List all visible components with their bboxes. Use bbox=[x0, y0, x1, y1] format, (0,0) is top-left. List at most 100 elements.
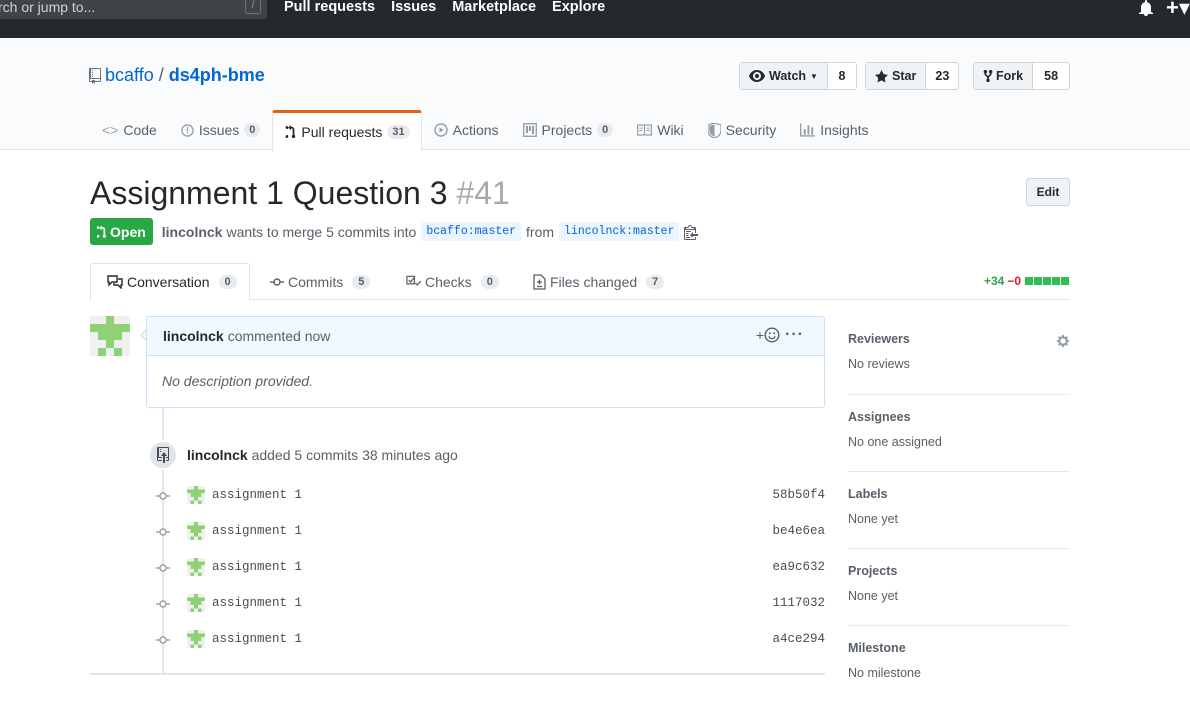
commit-message-link[interactable]: assignment 1 bbox=[212, 560, 302, 574]
avatar[interactable] bbox=[90, 316, 130, 356]
eye-icon bbox=[749, 70, 765, 82]
commit-icon bbox=[270, 277, 284, 287]
bell-icon[interactable] bbox=[1138, 0, 1154, 16]
comment-body: No description provided. bbox=[162, 373, 313, 389]
commit-sha-link[interactable]: 58b50f4 bbox=[772, 488, 825, 502]
reaction-plus: + bbox=[755, 327, 764, 343]
tab-files-changed[interactable]: Files changed 7 bbox=[533, 263, 665, 300]
repo-name-link[interactable]: ds4ph-bme bbox=[169, 65, 265, 86]
commit-author-avatar[interactable] bbox=[187, 522, 205, 540]
pr-meta: Open lincolnck wants to merge 5 commits … bbox=[90, 218, 699, 245]
tab-files-changed-label: Files changed bbox=[550, 273, 638, 290]
commit-sha-link[interactable]: ea9c632 bbox=[772, 560, 825, 574]
topnav-explore[interactable]: Explore bbox=[552, 0, 605, 15]
commit-row: assignment 1 58b50f4 bbox=[155, 484, 825, 508]
tab-wiki-label: Wiki bbox=[657, 122, 684, 138]
repo-owner-link[interactable]: bcaffo bbox=[105, 65, 154, 86]
tab-conversation[interactable]: Conversation 0 bbox=[90, 263, 250, 301]
diffstat: +34 −0 bbox=[984, 274, 1070, 288]
commit-author-avatar[interactable] bbox=[187, 486, 205, 504]
commit-message-link[interactable]: assignment 1 bbox=[212, 524, 302, 538]
kebab-horizontal-icon[interactable]: ··· bbox=[785, 326, 804, 344]
commit-row: assignment 1 1117032 bbox=[155, 592, 825, 616]
file-diff-icon bbox=[533, 273, 546, 290]
tab-actions[interactable]: Actions bbox=[422, 110, 511, 150]
commit-author-avatar[interactable] bbox=[187, 558, 205, 576]
star-button-group: Star 23 bbox=[865, 62, 960, 90]
topnav-issues[interactable]: Issues bbox=[391, 0, 436, 15]
tab-code[interactable]: <> Code bbox=[90, 110, 169, 150]
clipboard-icon[interactable] bbox=[684, 224, 699, 240]
create-new-icon[interactable]: +▾ bbox=[1166, 0, 1190, 19]
graph-icon bbox=[800, 123, 816, 137]
topnav-pull-requests[interactable]: Pull requests bbox=[284, 0, 375, 15]
commit-message-link[interactable]: assignment 1 bbox=[212, 596, 302, 610]
commit-author-avatar[interactable] bbox=[187, 630, 205, 648]
commit-sha-link[interactable]: 1117032 bbox=[772, 596, 825, 610]
commit-icon bbox=[156, 491, 170, 501]
repo-push-icon bbox=[148, 440, 178, 470]
sidebar-assignees-value: No one assigned bbox=[848, 435, 942, 449]
status-badge: Open bbox=[90, 218, 153, 245]
edit-button[interactable]: Edit bbox=[1026, 178, 1070, 206]
star-button[interactable]: Star bbox=[866, 63, 927, 89]
commit-sha-link[interactable]: a4ce294 bbox=[772, 632, 825, 646]
tab-pull-requests-label: Pull requests bbox=[301, 124, 383, 140]
star-icon bbox=[875, 69, 888, 83]
sidebar-labels: Labels None yet bbox=[848, 472, 1070, 549]
pr-author-link[interactable]: lincolnck bbox=[162, 224, 223, 240]
fork-label: Fork bbox=[996, 69, 1024, 83]
tab-conversation-count: 0 bbox=[218, 275, 237, 289]
watch-button[interactable]: Watch ▼ bbox=[740, 63, 828, 89]
watch-count[interactable]: 8 bbox=[828, 63, 856, 89]
search-input[interactable]: rch or jump to... / bbox=[0, 0, 267, 19]
tab-projects-label: Projects bbox=[541, 122, 593, 138]
tab-checks-label: Checks bbox=[425, 273, 472, 290]
diffstat-block bbox=[1043, 277, 1051, 285]
commit-sha-link[interactable]: be4e6ea bbox=[772, 524, 825, 538]
sidebar-reviewers-value: No reviews bbox=[848, 357, 910, 371]
tab-issues-label: Issues bbox=[198, 122, 240, 138]
base-branch[interactable]: bcaffo:master bbox=[421, 222, 522, 241]
star-count[interactable]: 23 bbox=[926, 63, 958, 89]
tab-wiki[interactable]: Wiki bbox=[625, 110, 695, 150]
fork-count[interactable]: 58 bbox=[1033, 63, 1069, 89]
sidebar-labels-heading[interactable]: Labels bbox=[848, 487, 1070, 501]
commit-author-avatar[interactable] bbox=[187, 594, 205, 612]
search-placeholder: rch or jump to... bbox=[0, 0, 96, 15]
commit-message-link[interactable]: assignment 1 bbox=[212, 632, 302, 646]
diffstat-block bbox=[1061, 277, 1069, 285]
search-hotkey-badge: / bbox=[245, 0, 261, 14]
commit-row: assignment 1 be4e6ea bbox=[155, 520, 825, 544]
pull-request-icon bbox=[96, 224, 106, 239]
commit-icon bbox=[156, 563, 170, 573]
pr-number: #41 bbox=[456, 175, 510, 211]
tab-pull-requests[interactable]: Pull requests 31 bbox=[272, 110, 422, 151]
comment-author-link[interactable]: lincolnck bbox=[163, 328, 224, 344]
sidebar-milestone-heading[interactable]: Milestone bbox=[848, 641, 1070, 655]
project-icon bbox=[522, 123, 537, 137]
add-reaction-button[interactable]: + bbox=[756, 327, 780, 343]
commit-message-link[interactable]: assignment 1 bbox=[212, 488, 302, 502]
push-author-link[interactable]: lincolnck bbox=[187, 447, 248, 463]
sidebar-projects-heading[interactable]: Projects bbox=[848, 564, 1070, 578]
head-branch[interactable]: lincolnck:master bbox=[559, 222, 680, 241]
gear-icon[interactable] bbox=[1056, 334, 1070, 348]
fork-button[interactable]: Fork bbox=[974, 63, 1034, 89]
chevron-down-icon: ▼ bbox=[810, 71, 818, 81]
tab-checks[interactable]: Checks 0 bbox=[406, 263, 499, 300]
tab-commits-count: 5 bbox=[352, 274, 371, 289]
tab-security[interactable]: Security bbox=[696, 110, 789, 150]
tab-issues[interactable]: Issues 0 bbox=[169, 110, 273, 150]
page-title: Assignment 1 Question 3 #41 bbox=[90, 175, 510, 212]
sidebar-assignees-heading[interactable]: Assignees bbox=[848, 410, 1070, 424]
sidebar-reviewers-heading[interactable]: Reviewers bbox=[848, 332, 1070, 346]
tab-commits[interactable]: Commits 5 bbox=[270, 263, 371, 300]
tab-projects[interactable]: Projects 0 bbox=[511, 110, 626, 150]
commit-icon bbox=[156, 635, 170, 645]
tab-code-label: Code bbox=[123, 122, 157, 138]
comment: lincolnck commented now + ··· No descrip… bbox=[146, 316, 825, 408]
tab-insights[interactable]: Insights bbox=[788, 110, 880, 150]
push-description: added 5 commits 38 minutes ago bbox=[251, 447, 458, 463]
topnav-marketplace[interactable]: Marketplace bbox=[452, 0, 536, 15]
